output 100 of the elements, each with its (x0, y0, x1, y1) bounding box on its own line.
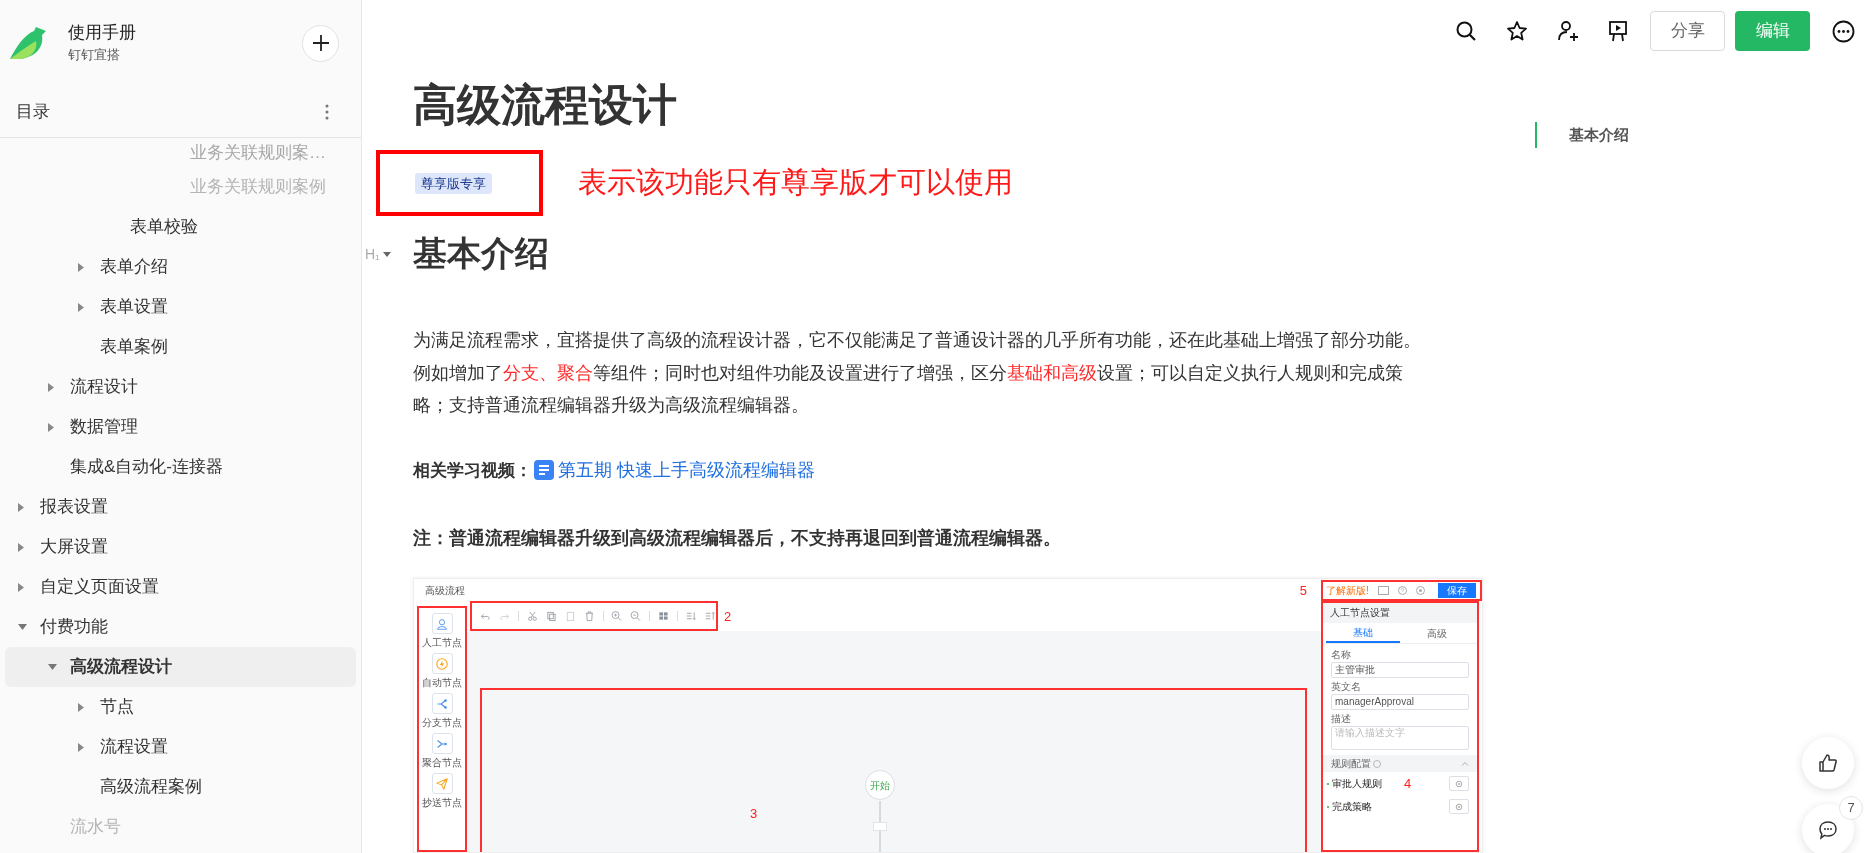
scissors-icon[interactable] (526, 610, 538, 623)
node-type-tile[interactable] (431, 613, 453, 635)
zoom-in-icon[interactable] (611, 610, 623, 623)
caret-right-icon[interactable] (18, 582, 24, 592)
related-video-label: 相关学习视频： (413, 459, 532, 482)
rule-label: 审批人规则 (1332, 777, 1382, 792)
person-icon (435, 616, 449, 631)
caret-right-icon[interactable] (78, 702, 84, 712)
node-type-label: 抄送节点 (422, 796, 462, 810)
more-vertical-icon[interactable] (325, 103, 329, 120)
field-label: 英文名 (1331, 680, 1362, 694)
list-up-icon[interactable] (705, 610, 716, 623)
heading-marker: H₁ (365, 245, 380, 264)
like-button[interactable] (1802, 737, 1854, 789)
edge-label-box (873, 822, 887, 832)
designer-title: 高级流程 (425, 583, 465, 598)
add-user-icon[interactable] (1557, 20, 1579, 42)
tree-item[interactable]: 集成&自动化-连接器 (5, 447, 356, 487)
lightning-icon (435, 656, 449, 671)
field-label: 描述 (1331, 712, 1352, 726)
node-type-label: 自动节点 (422, 676, 462, 690)
toc-label: 目录 (16, 100, 50, 123)
save-button[interactable]: 保存 (1438, 583, 1476, 599)
section-heading: 基本介绍 (413, 233, 549, 274)
more-icon[interactable] (1832, 19, 1855, 43)
caret-right-icon[interactable] (78, 302, 84, 312)
node-type-tile[interactable] (431, 773, 453, 795)
tree-item[interactable]: 流程设置 (5, 727, 356, 767)
annotation-number: 2 (724, 607, 732, 626)
field-label: 名称 (1331, 648, 1352, 662)
input-field[interactable]: managerApproval (1331, 694, 1469, 711)
thumbs-up-icon (1818, 753, 1838, 773)
settings-tab[interactable]: 基础 (1326, 623, 1400, 644)
premium-badge: 尊享版专享 (415, 172, 492, 194)
annotation-number: 3 (750, 805, 758, 824)
annotation-number: 5 (1299, 581, 1307, 600)
caret-down-icon[interactable] (382, 251, 391, 258)
caret-down-icon[interactable] (18, 624, 27, 630)
settings-button[interactable] (1449, 799, 1469, 815)
tree-item[interactable]: 表单案例 (5, 327, 356, 367)
outline-item[interactable]: 基本介绍 (1535, 122, 1869, 148)
tree-item[interactable]: 表单设置 (5, 287, 356, 327)
search-icon[interactable] (1455, 20, 1477, 42)
trash-icon[interactable] (583, 610, 595, 623)
settings-button[interactable] (1449, 776, 1469, 792)
tree-item[interactable]: 付费功能 (5, 607, 356, 647)
list-down-icon[interactable] (686, 610, 697, 623)
video-link[interactable]: 第五期 快速上手高级流程编辑器 (558, 456, 815, 484)
panel-title: 人工节点设置 (1323, 603, 1477, 624)
tree-item[interactable]: 表单介绍 (5, 247, 356, 287)
tree-item[interactable]: 数据管理 (5, 407, 356, 447)
body-paragraph: 为满足流程需求，宜搭提供了高级的流程设计器，它不仅能满足了普通设计器的几乎所有功能，还在此基础上增强了部分功能。例如增加了分支、聚合等组件；同时也对组件功能及设置进行了增强，区分基础和高级设置；可以自定义执行人规则和完成策略；支持普通流程编辑器升级为高级流程编辑器。 (413, 329, 1422, 417)
settings-tab[interactable]: 高级 (1400, 623, 1474, 644)
node-type-label: 分支节点 (422, 716, 462, 730)
input-field[interactable]: 主管审批 (1331, 662, 1469, 679)
tree-item[interactable]: 高级流程设计 (5, 647, 356, 687)
page-title: 高级流程设计 (413, 80, 678, 130)
caret-right-icon[interactable] (18, 502, 24, 512)
caret-down-icon[interactable] (48, 664, 57, 670)
comment-button[interactable] (1802, 804, 1854, 853)
share-button[interactable]: 分享 (1650, 11, 1725, 51)
space-subtitle: 钉钉宜搭 (68, 46, 121, 64)
caret-right-icon[interactable] (78, 262, 84, 272)
grid-icon[interactable] (658, 610, 670, 623)
star-icon[interactable] (1506, 20, 1528, 42)
speech-bubble-icon (1818, 820, 1838, 840)
space-title: 使用手册 (68, 22, 137, 44)
presentation-icon[interactable] (1608, 20, 1628, 42)
document-icon (534, 460, 554, 481)
node-type-label: 人工节点 (422, 636, 462, 650)
node-type-tile[interactable] (431, 693, 453, 715)
plus-icon (311, 34, 330, 52)
caret-right-icon[interactable] (48, 422, 54, 432)
annotation-number: 4 (1404, 775, 1412, 794)
bird-logo-icon (8, 25, 48, 61)
zoom-out-icon[interactable] (630, 610, 642, 623)
tree-item[interactable]: 大屏设置 (5, 527, 356, 567)
branch-icon (435, 696, 449, 711)
caret-right-icon[interactable] (18, 542, 24, 552)
note-text: 注：普通流程编辑器升级到高级流程编辑器后，不支持再退回到普通流程编辑器。 (413, 527, 1062, 551)
paper-plane-icon (435, 776, 449, 791)
circle-icon[interactable] (1415, 586, 1425, 596)
node-type-label: 聚合节点 (422, 756, 462, 770)
caret-right-icon[interactable] (48, 382, 54, 392)
tree-item[interactable]: 表单校验 (5, 207, 356, 247)
text-area-field[interactable]: 请输入描述文字 (1331, 726, 1469, 751)
tree-item[interactable]: 报表设置 (5, 487, 356, 527)
tree-item[interactable]: 高级流程案例 (5, 767, 356, 807)
tree-item[interactable]: 流程设计 (5, 367, 356, 407)
copy-icon[interactable] (545, 610, 557, 623)
add-button[interactable] (302, 24, 339, 62)
node-type-tile[interactable] (431, 733, 453, 755)
comment-count-badge: 7 (1839, 796, 1863, 820)
section-title: 规则配置 (1331, 757, 1371, 772)
tree-item[interactable]: 自定义页面设置 (5, 567, 356, 607)
annotation-text: 表示该功能只有尊享版才可以使用 (578, 164, 1013, 202)
tree-item[interactable]: 节点 (5, 687, 356, 727)
rule-label: 完成策略 (1332, 800, 1372, 815)
node-type-tile[interactable] (431, 653, 453, 675)
caret-right-icon[interactable] (78, 742, 84, 752)
